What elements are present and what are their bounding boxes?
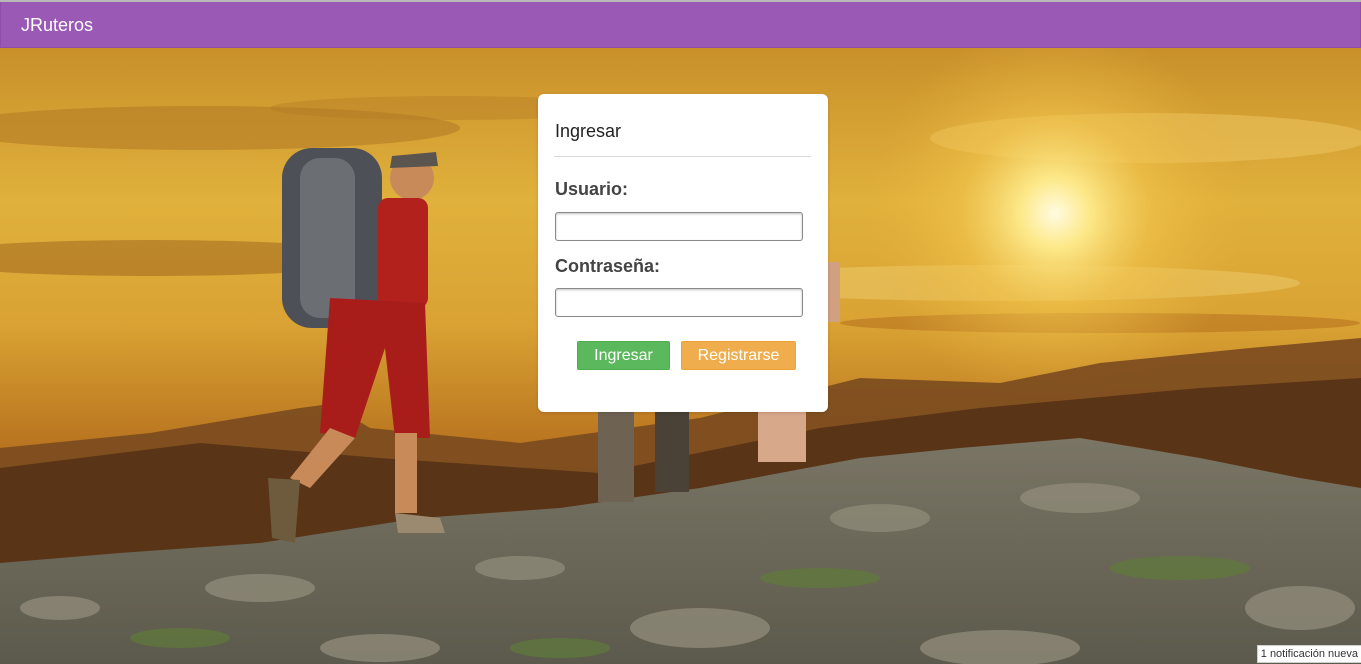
username-input[interactable] [555,212,803,241]
brand-logo-text[interactable]: JRuteros [21,15,93,36]
register-button[interactable]: Registrarse [681,341,796,370]
login-card-title: Ingresar [555,121,622,141]
login-button[interactable]: Ingresar [577,341,670,370]
login-card: Ingresar Usuario: Contraseña: Ingresar R… [538,94,828,412]
notification-toast[interactable]: 1 notificación nueva [1256,645,1361,663]
password-label: Contraseña: [555,256,661,276]
card-divider [554,156,811,157]
navbar: JRuteros [0,2,1361,48]
password-input[interactable] [555,288,803,317]
username-label: Usuario: [555,179,629,199]
